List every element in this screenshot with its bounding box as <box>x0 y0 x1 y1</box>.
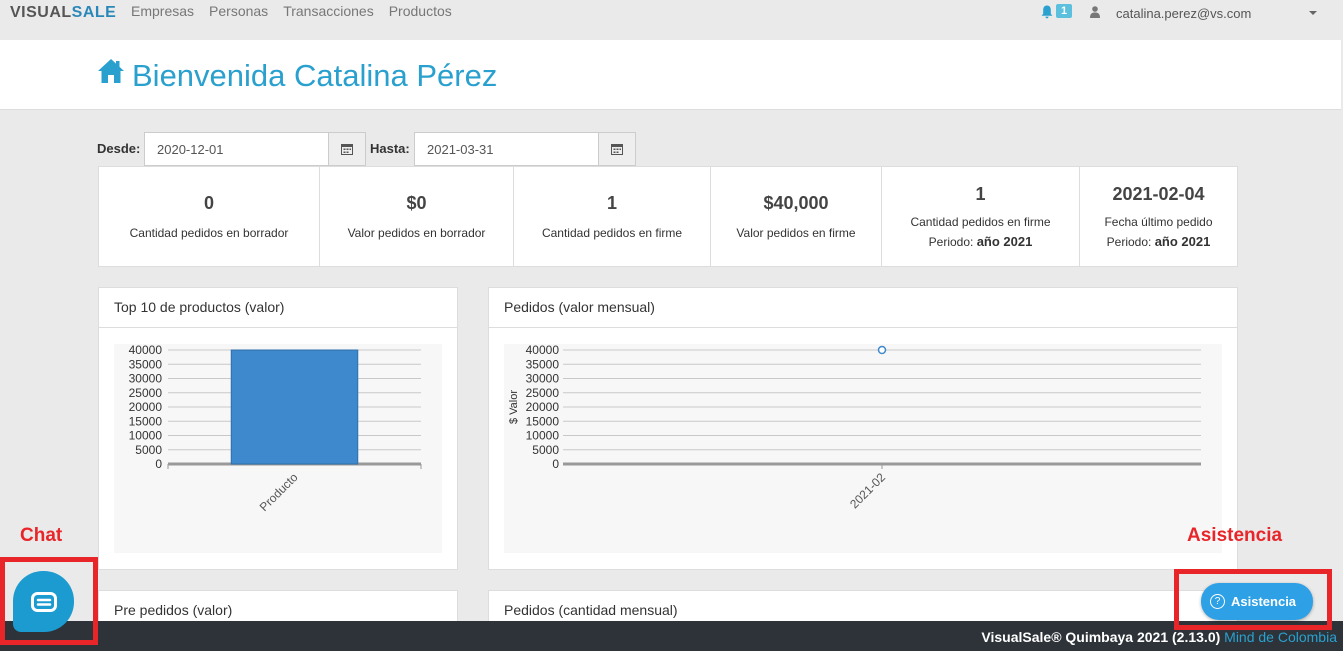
y-tick-label: 20000 <box>129 400 163 414</box>
y-tick-label: 15000 <box>129 414 163 428</box>
x-tick-label: 2021-02 <box>847 470 888 511</box>
nav-link-empresas[interactable]: Empresas <box>131 3 194 19</box>
panel-title: Pedidos (valor mensual) <box>489 288 1237 328</box>
stat-caption: Cantidad pedidos en firme <box>541 226 683 240</box>
y-tick-label: 5000 <box>135 443 162 457</box>
from-label: Desde: <box>97 141 141 156</box>
assist-annotation-label: Asistencia <box>1187 525 1283 546</box>
y-tick-label: 25000 <box>129 386 163 400</box>
chevron-down-icon[interactable] <box>1309 11 1317 15</box>
stat-value: 1 <box>606 193 617 213</box>
stat-firm-count: 1 Cantidad pedidos en firme <box>514 167 711 266</box>
stat-caption: Valor pedidos en borrador <box>347 226 486 240</box>
y-tick-label: 25000 <box>526 386 560 400</box>
bell-icon[interactable] <box>1041 5 1053 19</box>
calendar-icon <box>611 144 623 155</box>
y-tick-label: 0 <box>552 457 559 471</box>
y-tick-label: 40000 <box>526 344 560 357</box>
top-navbar: VISUALSALE Empresas Personas Transaccion… <box>0 0 1343 40</box>
y-tick-label: 15000 <box>526 414 560 428</box>
to-date-input[interactable] <box>414 132 599 166</box>
stat-draft-value: $0 Valor pedidos en borrador <box>320 167 514 266</box>
footer-text: VisualSale® Quimbaya 2021 (2.13.0) Mind … <box>981 629 1337 645</box>
footer-link[interactable]: Mind de Colombia <box>1224 629 1337 645</box>
user-email[interactable]: catalina.perez@vs.com <box>1116 6 1251 21</box>
nav-link-productos[interactable]: Productos <box>389 3 452 19</box>
stat-value: 2021-02-04 <box>1112 184 1205 204</box>
y-tick-label: 5000 <box>532 443 559 457</box>
notification-badge[interactable]: 1 <box>1056 4 1073 18</box>
stat-caption: Fecha último pedido <box>1104 215 1213 229</box>
top10-products-panel: Top 10 de productos (valor) 0 5000 10000 15… <box>98 287 458 570</box>
data-point <box>877 345 887 355</box>
chat-annotation-label: Chat <box>20 525 63 546</box>
nav-link-personas[interactable]: Personas <box>209 3 268 19</box>
top10-bar-chart: 0500010000150002000025000300003500040000… <box>129 343 422 514</box>
y-tick-label: 20000 <box>526 400 560 414</box>
logo[interactable]: VISUALSALE <box>10 4 116 22</box>
chat-annotation-box <box>0 557 98 645</box>
stat-caption: Valor pedidos en firme <box>736 226 856 240</box>
stat-caption: Cantidad pedidos en borrador <box>129 226 289 240</box>
page-title: Bienvenida Catalina Pérez <box>132 58 498 93</box>
home-icon <box>98 59 124 83</box>
monthly-value-panel: Pedidos (valor mensual) 0 5000 10000 15000 2… <box>488 287 1238 570</box>
panel-title: Top 10 de productos (valor) <box>99 288 457 328</box>
stats-row: 0 Cantidad pedidos en borrador $0 Valor … <box>98 166 1238 267</box>
stat-firm-count-period: 1 Cantidad pedidos en firme Periodo: año… <box>882 167 1080 266</box>
x-tick-label: Producto <box>257 470 301 514</box>
stat-value: 0 <box>203 193 214 213</box>
stat-last-order-date: 2021-02-04 Fecha último pedido Periodo: … <box>1080 167 1237 266</box>
bar <box>230 349 359 465</box>
to-label: Hasta: <box>370 141 410 156</box>
stat-period: Periodo: año 2021 <box>1106 234 1211 249</box>
to-calendar-button[interactable] <box>599 132 636 166</box>
y-tick-label: 30000 <box>129 372 163 386</box>
plot-area: 0 5000 10000 15000 20000 25000 30000 35000 40000… <box>504 343 1222 553</box>
y-tick-label: 0 <box>155 457 162 471</box>
user-icon <box>1090 6 1100 18</box>
footer: VisualSale® Quimbaya 2021 (2.13.0) Mind … <box>0 621 1343 651</box>
stat-draft-count: 0 Cantidad pedidos en borrador <box>99 167 320 266</box>
y-tick-label: 30000 <box>526 372 560 386</box>
stat-value: $0 <box>406 193 427 213</box>
from-date-input[interactable] <box>144 132 329 166</box>
stat-value: 1 <box>975 184 986 204</box>
y-axis-label: $ Valor <box>508 390 520 424</box>
calendar-icon <box>341 144 353 155</box>
y-tick-label: 35000 <box>129 357 163 371</box>
stat-value: $40,000 <box>763 193 829 213</box>
y-tick-label: 40000 <box>129 344 163 357</box>
plot-area: 0 5000 10000 15000 20000 25000 30000 35000 40000… <box>114 343 442 553</box>
y-tick-label: 10000 <box>526 429 560 443</box>
stat-period: Periodo: año 2021 <box>928 234 1033 249</box>
monthly-value-line-chart: 0500010000150002000025000300003500040000… <box>508 343 1201 511</box>
nav-link-transacciones[interactable]: Transacciones <box>283 3 374 19</box>
stat-caption: Cantidad pedidos en firme <box>910 215 1051 229</box>
assist-annotation-box <box>1174 569 1332 630</box>
from-calendar-button[interactable] <box>329 132 366 166</box>
stat-firm-value: $40,000 Valor pedidos en firme <box>711 167 882 266</box>
y-tick-label: 35000 <box>526 357 560 371</box>
nav-links: Empresas Personas Transacciones Producto… <box>131 3 452 19</box>
y-tick-label: 10000 <box>129 429 163 443</box>
